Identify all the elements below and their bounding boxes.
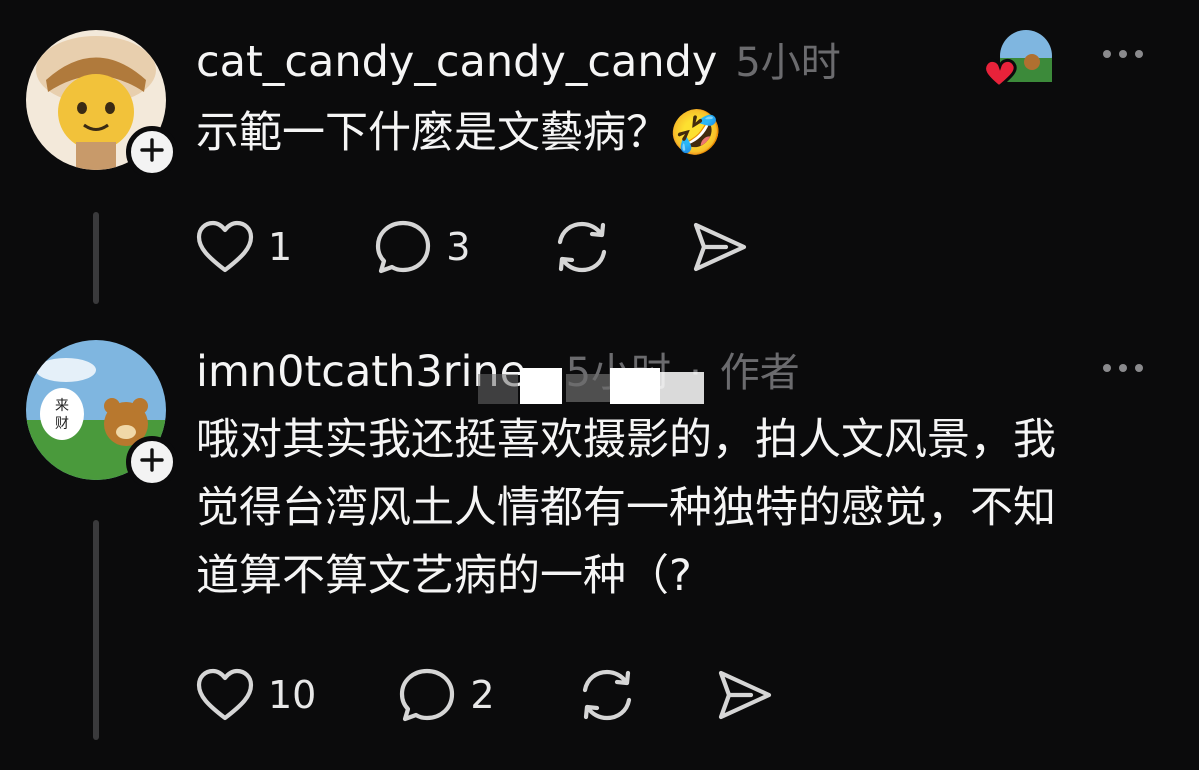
heart-icon xyxy=(196,668,254,722)
redaction-block xyxy=(478,374,518,404)
redaction-block xyxy=(520,368,562,404)
comment-button[interactable]: 3 xyxy=(374,219,470,275)
post-actions: 1 3 xyxy=(196,218,750,276)
share-button[interactable] xyxy=(715,667,775,723)
like-button[interactable]: 10 xyxy=(196,668,316,722)
heart-icon xyxy=(196,220,254,274)
share-icon xyxy=(690,219,750,275)
like-count: 10 xyxy=(268,673,317,717)
comment-count: 2 xyxy=(470,673,495,717)
post-2: 来 财 imn0tcath3rine_ 5小时 · 作者 哦对其实我还挺喜欢摄影… xyxy=(0,330,1199,770)
more-icon xyxy=(1103,364,1111,372)
thread-line xyxy=(93,212,99,304)
like-count: 1 xyxy=(268,225,293,269)
liked-by-avatar[interactable] xyxy=(982,28,1054,90)
redaction-block xyxy=(660,372,704,404)
redaction-block xyxy=(610,368,660,404)
more-icon-dot xyxy=(1119,364,1127,372)
username[interactable]: cat_candy_candy_candy xyxy=(196,37,717,87)
post-time: 5小时 xyxy=(735,40,841,86)
thread-line xyxy=(93,520,99,740)
post-text: 示範一下什麼是文藝病？🤣 xyxy=(196,108,723,158)
avatar-sign-text: 财 xyxy=(55,416,69,432)
repost-icon xyxy=(577,666,637,724)
comment-icon xyxy=(398,667,456,723)
more-icon xyxy=(1103,50,1111,58)
repost-button[interactable] xyxy=(577,666,637,724)
comment-button[interactable]: 2 xyxy=(398,667,495,723)
redaction-block xyxy=(566,374,610,402)
comment-icon xyxy=(374,219,432,275)
avatar-sign-text: 来 xyxy=(55,398,69,414)
like-button[interactable]: 1 xyxy=(196,220,292,274)
more-icon-dot xyxy=(1119,50,1127,58)
avatar-wrap[interactable]: 来 财 xyxy=(26,340,178,488)
follow-button[interactable] xyxy=(126,126,178,178)
post-text-line: 道算不算文艺病的一种（? xyxy=(196,551,692,601)
plus-icon xyxy=(139,137,165,167)
share-icon xyxy=(715,667,775,723)
share-button[interactable] xyxy=(690,219,750,275)
post-text-line: 觉得台湾风土人情都有一种独特的感觉，不知 xyxy=(196,483,1056,533)
comment-count: 3 xyxy=(446,225,471,269)
plus-icon xyxy=(139,447,165,477)
repost-button[interactable] xyxy=(552,218,612,276)
more-icon-dot xyxy=(1135,364,1143,372)
more-options-button[interactable] xyxy=(1103,364,1143,372)
follow-button[interactable] xyxy=(126,436,178,488)
more-icon-dot xyxy=(1135,50,1143,58)
post-text-line: 哦对其实我还挺喜欢摄影的，拍人文风景，我 xyxy=(196,415,1056,465)
post-1: cat_candy_candy_candy 5小时 示範一下什麼是文藝病？🤣 1… xyxy=(0,0,1199,330)
avatar-wrap[interactable] xyxy=(26,30,178,178)
author-tag: 作者 xyxy=(719,350,800,396)
repost-icon xyxy=(552,218,612,276)
more-options-button[interactable] xyxy=(1103,50,1143,58)
post-text: 哦对其实我还挺喜欢摄影的，拍人文风景，我 觉得台湾风土人情都有一种独特的感觉，不… xyxy=(196,406,1056,610)
post-header: cat_candy_candy_candy 5小时 xyxy=(196,30,841,88)
post-actions: 10 2 xyxy=(196,666,775,724)
